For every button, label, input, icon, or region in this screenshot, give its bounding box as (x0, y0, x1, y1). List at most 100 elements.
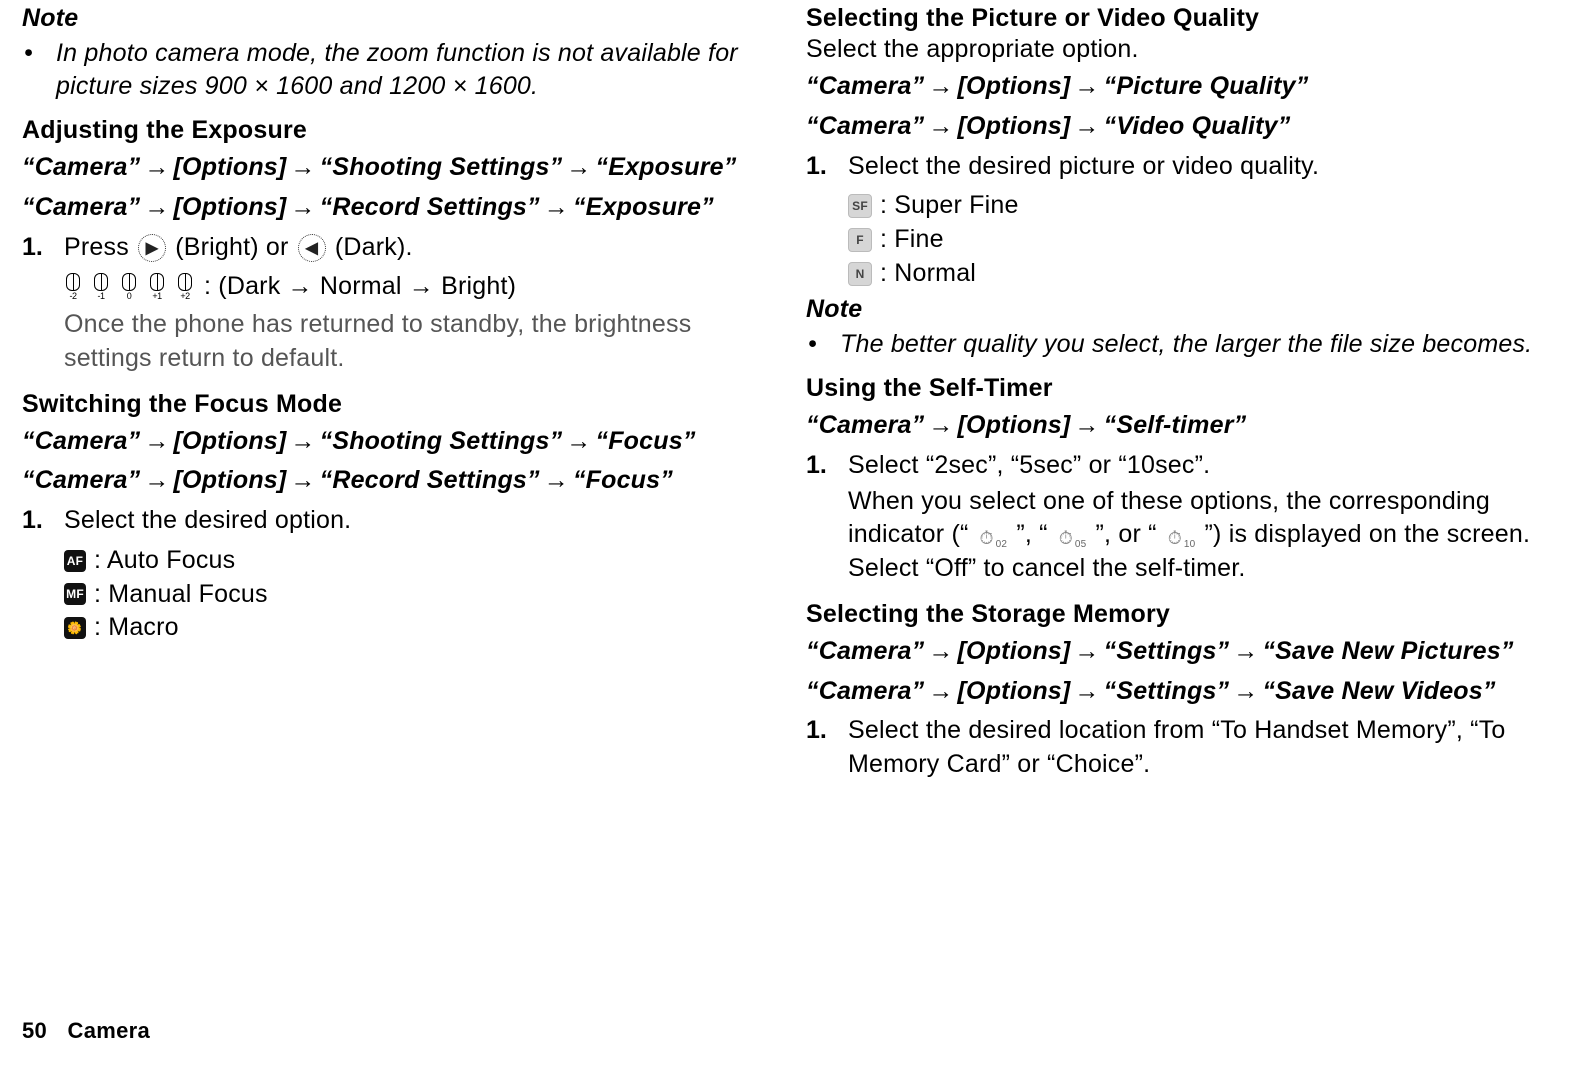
page-number: 50 (22, 1018, 47, 1043)
path-seg: [Options] (958, 411, 1071, 439)
menu-path-self-timer: “Camera”→[Options]→“Self-timer” (806, 409, 1550, 443)
arrow-icon: → (1229, 677, 1262, 705)
arrow-icon: → (1229, 637, 1262, 665)
path-seg: [Options] (958, 637, 1071, 665)
steps-focus: 1. Select the desired option. AF: Auto F… (22, 504, 766, 645)
section-heading-focus: Switching the Focus Mode (22, 390, 766, 419)
arrow-icon: → (924, 677, 957, 705)
focus-options-list: AF: Auto Focus MF: Manual Focus 🌼: Macro (64, 544, 766, 645)
menu-path-focus-shooting: “Camera”→[Options]→“Shooting Settings”→“… (22, 425, 766, 459)
arrow-icon: → (1070, 677, 1103, 705)
macro-icon: 🌼 (64, 617, 86, 639)
self-timer-2s-icon: ⏱ (976, 527, 998, 549)
fine-icon: F (848, 228, 872, 252)
path-seg: “Camera” (806, 72, 924, 100)
path-seg: “Camera” (806, 637, 924, 665)
page-footer: 50 Camera (22, 1018, 150, 1044)
option-label: : Fine (880, 223, 944, 257)
path-seg: “Exposure” (596, 153, 737, 181)
timer-select-text: Select “2sec”, “5sec” or “10sec”. (848, 449, 1550, 483)
arrow-icon: → (1070, 72, 1103, 100)
list-item: 1. Select “2sec”, “5sec” or “10sec”. Whe… (806, 449, 1550, 586)
arrow-icon: → (924, 637, 957, 665)
path-seg: “Camera” (806, 677, 924, 705)
step-text: (Bright) or (175, 233, 295, 261)
exposure-level-icon: -1 (92, 273, 110, 301)
path-seg: “Settings” (1104, 677, 1230, 705)
step-body: Press ▶ (Bright) or ◀ (Dark). -2 -1 0 +1… (64, 231, 766, 376)
path-seg: “Picture Quality” (1104, 72, 1309, 100)
menu-path-picture-quality: “Camera”→[Options]→“Picture Quality” (806, 70, 1550, 104)
arrow-icon: → (286, 193, 319, 221)
step-body: Select the desired picture or video qual… (848, 150, 1550, 291)
step-text: Select the desired location from “To Han… (848, 714, 1550, 782)
option-label: : Normal (880, 257, 976, 291)
path-seg: “Record Settings” (320, 466, 540, 494)
right-column: Selecting the Picture or Video Quality S… (806, 0, 1550, 782)
auto-focus-icon: AF (64, 550, 86, 572)
menu-path-exposure-record: “Camera”→[Options]→“Record Settings”→“Ex… (22, 191, 766, 225)
list-item: F : Fine (848, 223, 1550, 257)
steps-storage: 1. Select the desired location from “To … (806, 714, 1550, 782)
note-item: • The better quality you select, the lar… (806, 328, 1550, 361)
arrow-icon: → (140, 153, 173, 181)
super-fine-icon: SF (848, 194, 872, 218)
path-seg: “Shooting Settings” (320, 427, 563, 455)
path-seg: [Options] (958, 72, 1071, 100)
quality-intro: Select the appropriate option. (806, 35, 1550, 64)
arrow-icon: → (562, 427, 595, 455)
list-item: N: Normal (848, 257, 1550, 291)
steps-quality: 1. Select the desired picture or video q… (806, 150, 1550, 291)
exposure-scale-row: -2 -1 0 +1 +2 : (Dark → Normal → Bright) (64, 270, 766, 304)
note-item: • In photo camera mode, the zoom functio… (22, 37, 766, 102)
self-timer-5s-icon: ⏱ (1055, 527, 1077, 549)
path-seg: “Record Settings” (320, 193, 540, 221)
step-body: Select the desired option. AF: Auto Focu… (64, 504, 766, 645)
arrow-icon: → (924, 72, 957, 100)
menu-path-save-videos: “Camera”→[Options]→“Settings”→“Save New … (806, 675, 1550, 709)
arrow-icon: → (924, 411, 957, 439)
path-seg: [Options] (174, 193, 287, 221)
path-seg: “Focus” (573, 466, 673, 494)
menu-path-exposure-shooting: “Camera”→[Options]→“Shooting Settings”→“… (22, 151, 766, 185)
arrow-icon: → (924, 112, 957, 140)
step-number: 1. (806, 714, 848, 782)
exposure-level-icon: +1 (148, 273, 166, 301)
path-seg: [Options] (174, 427, 287, 455)
exposure-level-icon: 0 (120, 273, 138, 301)
path-seg: “Camera” (806, 411, 924, 439)
nav-left-key-icon: ◀ (298, 234, 326, 262)
path-seg: “Save New Videos” (1262, 677, 1495, 705)
path-seg: [Options] (174, 466, 287, 494)
step-body: Select “2sec”, “5sec” or “10sec”. When y… (848, 449, 1550, 586)
steps-self-timer: 1. Select “2sec”, “5sec” or “10sec”. Whe… (806, 449, 1550, 586)
arrow-icon: → (140, 466, 173, 494)
note-heading: Note (22, 4, 766, 33)
menu-path-save-pictures: “Camera”→[Options]→“Settings”→“Save New … (806, 635, 1550, 669)
bullet-icon: • (806, 328, 840, 361)
list-item: SF: Super Fine (848, 189, 1550, 223)
list-item: 1. Select the desired location from “To … (806, 714, 1550, 782)
quality-options-list: SF: Super Fine F : Fine N: Normal (848, 189, 1550, 290)
step-number: 1. (22, 504, 64, 645)
path-seg: “Camera” (22, 193, 140, 221)
self-timer-10s-icon: ⏱ (1164, 527, 1186, 549)
step-number: 1. (22, 231, 64, 376)
option-label: : Auto Focus (94, 544, 235, 578)
section-heading-self-timer: Using the Self-Timer (806, 374, 1550, 403)
arrow-icon: → (562, 153, 595, 181)
arrow-icon: → (286, 466, 319, 494)
note-text: In photo camera mode, the zoom function … (56, 37, 766, 102)
path-seg: “Camera” (806, 112, 924, 140)
arrow-icon: → (1070, 112, 1103, 140)
arrow-icon: → (1070, 637, 1103, 665)
list-item: AF : Auto Focus (64, 544, 766, 578)
nav-right-key-icon: ▶ (138, 234, 166, 262)
path-seg: [Options] (174, 153, 287, 181)
section-heading-quality: Selecting the Picture or Video Quality (806, 4, 1550, 33)
timer-indicator-text: When you select one of these options, th… (848, 485, 1550, 586)
path-seg: “Exposure” (573, 193, 714, 221)
path-seg: [Options] (958, 677, 1071, 705)
exposure-scale-label: : (Dark → Normal → Bright) (204, 270, 516, 304)
step-number: 1. (806, 150, 848, 291)
